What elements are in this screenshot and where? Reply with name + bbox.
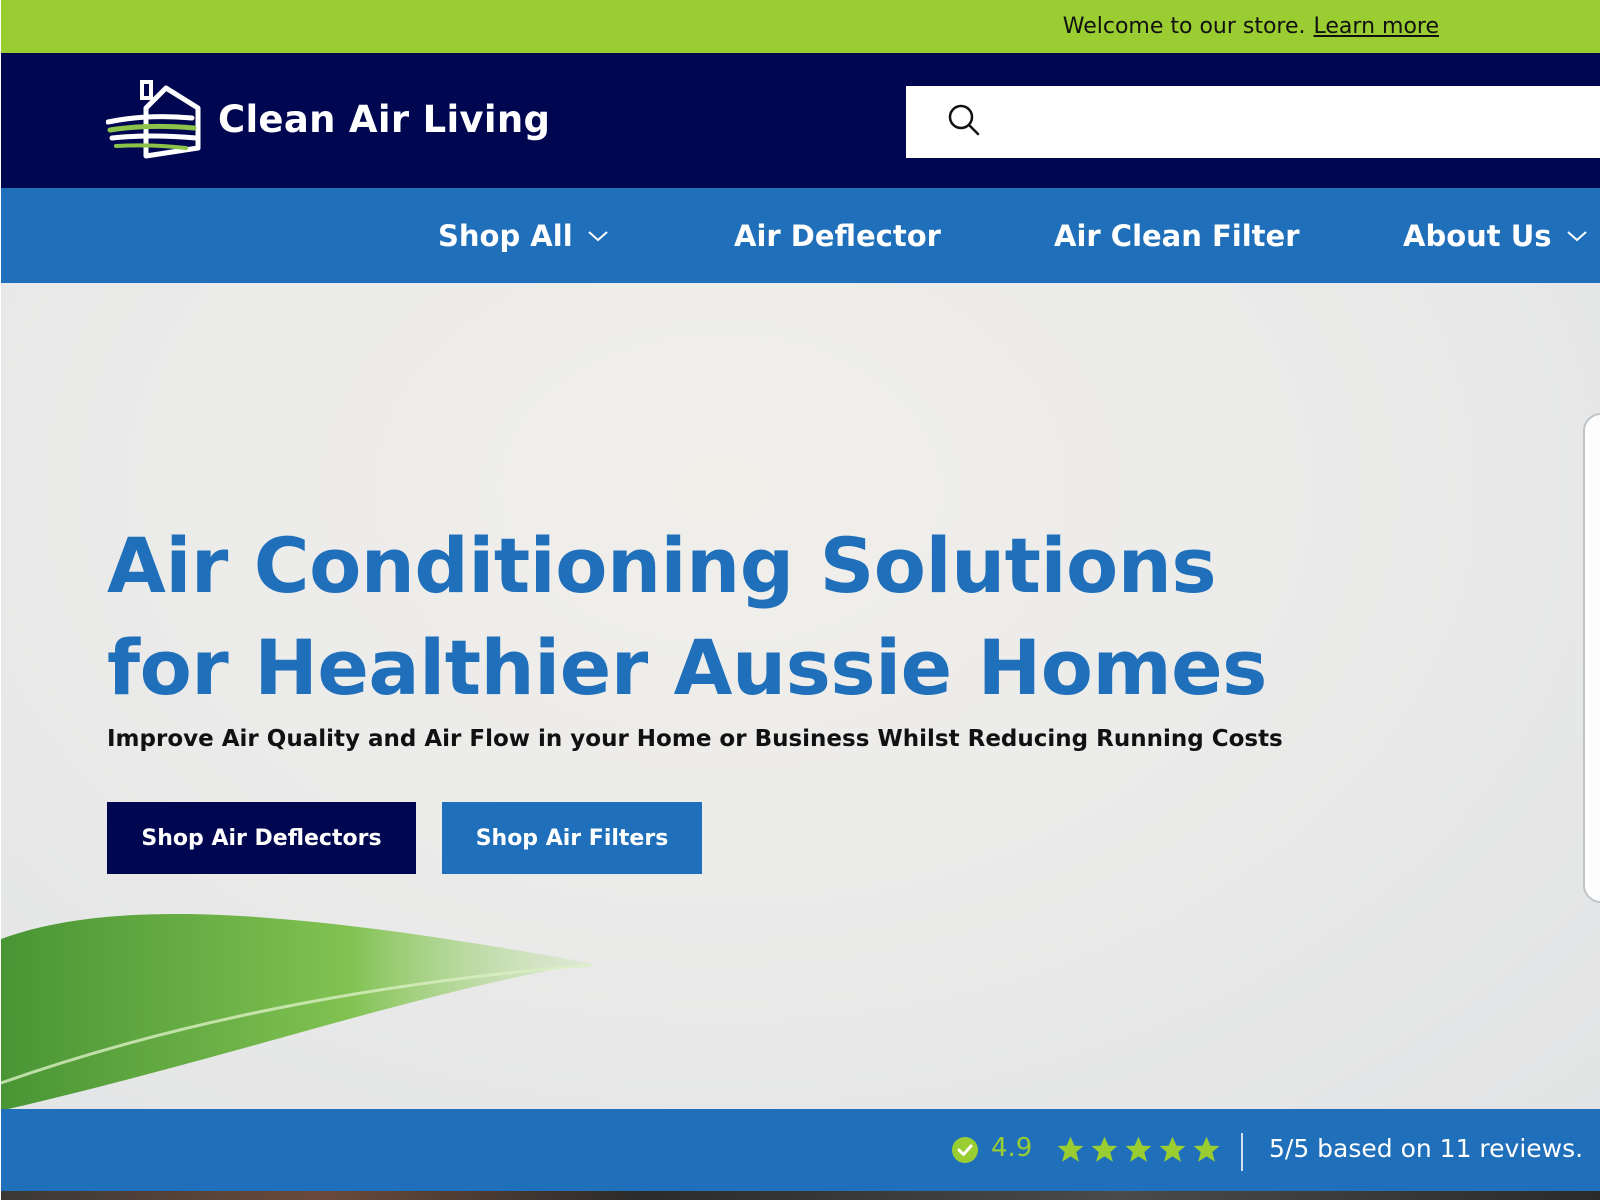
nav-item-air-deflector[interactable]: Air Deflector [734,188,941,283]
search-input[interactable] [998,86,1600,158]
next-section-image [1,1191,1600,1200]
shop-air-filters-button[interactable]: Shop Air Filters [442,802,702,874]
house-air-logo-icon [106,80,201,159]
star-icon [1125,1136,1152,1162]
nav-item-label: Air Deflector [734,218,941,253]
star-icon [1091,1136,1118,1162]
verified-check-icon [951,1136,979,1168]
site-header: Clean Air Living [1,53,1600,188]
main-nav: Shop All Air Deflector Air Clean Filter … [1,188,1600,283]
brand-name: Clean Air Living [218,97,551,141]
hero-subtitle: Improve Air Quality and Air Flow in your… [107,726,1283,752]
nav-item-label: Air Clean Filter [1054,218,1300,253]
hero-title-line: Air Conditioning Solutions [107,521,1217,610]
hero-title: Air Conditioning Solutions for Healthier… [107,515,1407,719]
star-icon [1057,1136,1084,1162]
shop-air-deflectors-button[interactable]: Shop Air Deflectors [107,802,416,874]
nav-item-label: Shop All [438,218,573,253]
star-icon [1159,1136,1186,1162]
star-rating [1055,1134,1222,1165]
review-rating: 4.9 [991,1133,1033,1163]
page: Welcome to our store. Learn more Clean A… [1,0,1600,1200]
star-icon [1193,1136,1220,1162]
brand-logo[interactable]: Clean Air Living [106,79,550,159]
review-summary[interactable]: 5/5 based on 11 reviews. [1269,1134,1583,1163]
nav-item-shop-all[interactable]: Shop All [438,188,609,283]
announcement-text: Welcome to our store. [1062,14,1306,39]
chevron-down-icon [587,229,609,243]
hero-title-line: for Healthier Aussie Homes [107,623,1267,712]
divider [1241,1133,1243,1171]
announcement-bar: Welcome to our store. Learn more [1,0,1600,53]
nav-item-label: About Us [1403,218,1552,253]
search-bar[interactable] [906,86,1600,158]
search-icon[interactable] [946,102,982,142]
nav-item-about-us[interactable]: About Us [1403,188,1588,283]
leaf-image [1,914,592,1109]
learn-more-link[interactable]: Learn more [1314,14,1439,39]
chevron-down-icon [1566,229,1588,243]
nav-item-air-clean-filter[interactable]: Air Clean Filter [1054,188,1300,283]
air-conditioner-image [1583,413,1600,903]
hero-banner: Air Conditioning Solutions for Healthier… [1,283,1600,1109]
reviews-bar: 4.9 5/5 based on 11 reviews. [1,1109,1600,1191]
